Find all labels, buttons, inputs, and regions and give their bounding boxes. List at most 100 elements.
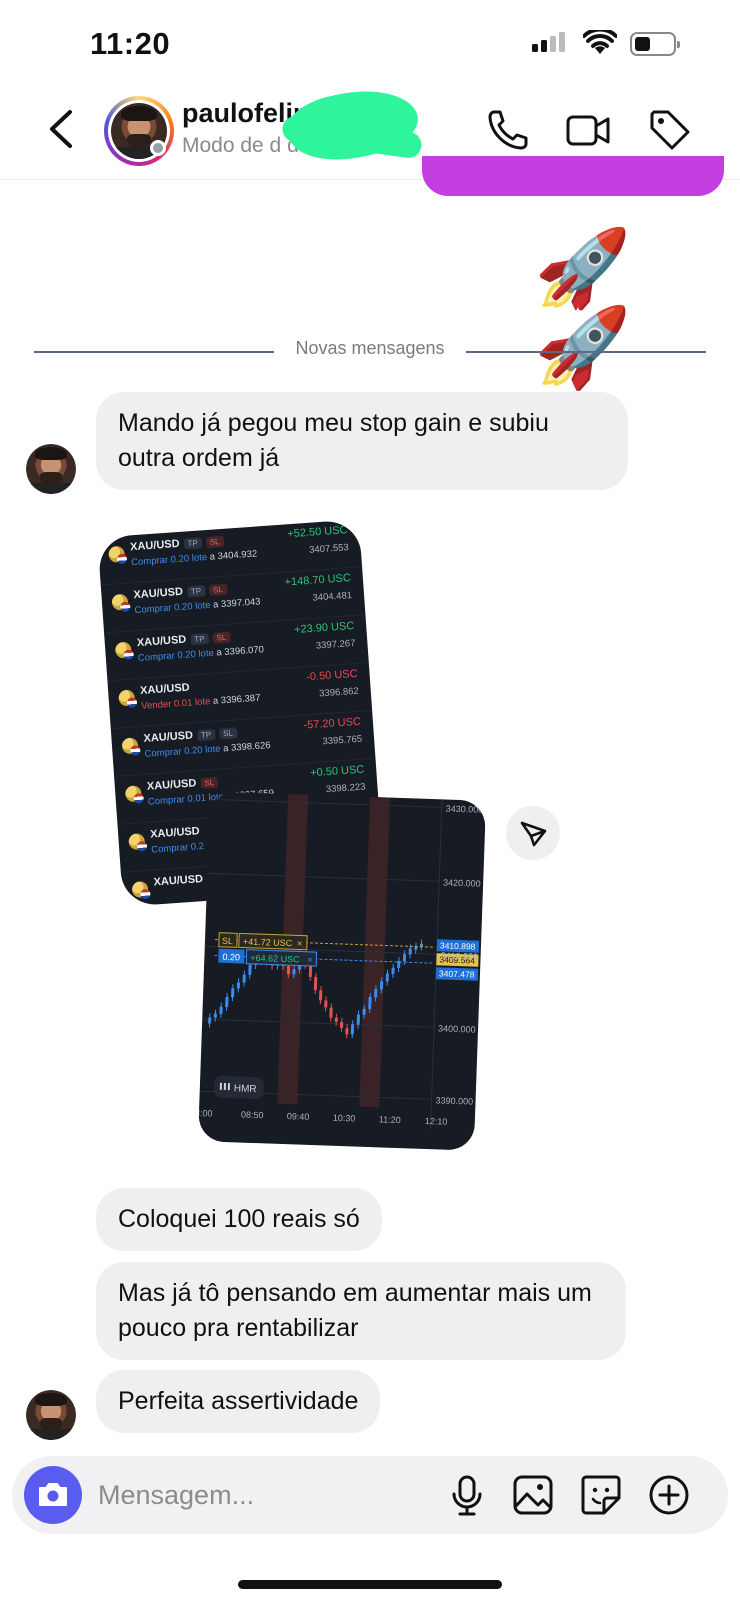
- trade-tag: TP: [186, 585, 206, 598]
- plus-circle-icon[interactable]: [646, 1472, 692, 1518]
- received-message-bubble[interactable]: Perfeita assertividade: [96, 1370, 381, 1433]
- gold-usd-flag-icon: [128, 833, 146, 851]
- trade-side: Comprar: [144, 746, 182, 760]
- trade-tag: SL: [205, 535, 224, 549]
- phone-icon[interactable]: [484, 106, 532, 154]
- chart-screenshot-image[interactable]: SL +41.72 USC × 0.20 +64.62 USC × 3410.8…: [197, 791, 487, 1151]
- svg-text:×: ×: [307, 955, 313, 965]
- message-input[interactable]: [98, 1472, 428, 1518]
- battery-icon: [630, 32, 680, 56]
- trade-lots: 0.20 lote: [174, 647, 215, 662]
- image-icon[interactable]: [510, 1472, 556, 1518]
- trade-symbol: XAU/USD: [129, 537, 180, 554]
- candle-body: [324, 1000, 328, 1008]
- candle-body: [236, 982, 241, 989]
- y-axis-tick: 3390.000: [435, 1095, 473, 1106]
- trade-side: Comprar: [130, 554, 169, 569]
- svg-text:0.20: 0.20: [222, 952, 240, 963]
- candle-body: [408, 948, 412, 955]
- x-axis-tick: 09:40: [287, 1111, 310, 1122]
- x-axis-tick: 10:30: [333, 1113, 356, 1124]
- candle-body: [368, 996, 372, 1010]
- stop-loss-label: SL +41.72 USC ×: [218, 932, 308, 951]
- gold-usd-flag-icon: [121, 737, 139, 755]
- price-tag-label: 3407.478: [439, 968, 475, 979]
- trade-symbol: XAU/USD: [136, 633, 187, 650]
- received-message-bubble[interactable]: Coloquei 100 reais só: [96, 1188, 382, 1251]
- gold-usd-flag-icon: [114, 641, 132, 659]
- svg-text:SL: SL: [222, 936, 233, 946]
- sticker-icon[interactable]: [578, 1472, 624, 1518]
- message-composer: [12, 1456, 728, 1534]
- sender-avatar[interactable]: [26, 1390, 76, 1440]
- trade-tag: TP: [189, 633, 209, 646]
- candle-body: [345, 1028, 349, 1035]
- trade-open-price: a 3398.626: [220, 740, 271, 755]
- contact-avatar[interactable]: [104, 96, 174, 166]
- trade-side: Vender: [140, 698, 172, 712]
- y-axis-tick: 3410.000: [440, 950, 478, 961]
- trade-lots: 0.20 lote: [171, 599, 211, 614]
- x-axis-tick: 08:50: [241, 1110, 264, 1121]
- candle-body: [318, 990, 323, 1001]
- candle-body: [286, 966, 291, 975]
- status-bar: 11:20: [0, 0, 740, 88]
- trade-current-price: 3398.223: [325, 781, 366, 796]
- status-time: 11:20: [90, 26, 171, 61]
- received-message-bubble[interactable]: Mas já tô pensando em aumentar mais um p…: [96, 1262, 626, 1360]
- video-icon[interactable]: [564, 106, 612, 154]
- candle-body: [308, 964, 313, 977]
- trade-tag: TP: [183, 537, 203, 550]
- cellular-signal-icon: [532, 32, 565, 52]
- trade-symbol: XAU/USD: [149, 825, 201, 841]
- candle-body: [356, 1014, 360, 1025]
- trade-open-price: a 3404.932: [206, 548, 258, 563]
- tag-icon[interactable]: [646, 106, 694, 154]
- trade-current-price: 3397.267: [315, 637, 356, 652]
- y-axis-tick: 3420.000: [443, 877, 481, 888]
- share-button[interactable]: [506, 806, 560, 860]
- back-chevron-icon[interactable]: [40, 104, 84, 154]
- send-icon: [520, 821, 547, 847]
- x-axis-tick: 11:20: [379, 1114, 401, 1125]
- x-axis-tick: 12:10: [425, 1116, 448, 1127]
- gold-usd-flag-icon: [111, 593, 129, 611]
- candle-body: [225, 996, 229, 1008]
- candle-body: [402, 954, 407, 962]
- candle-body: [334, 1017, 338, 1022]
- received-message-bubble[interactable]: Mando já pegou meu stop gain e subiu out…: [96, 392, 628, 490]
- svg-text:+64.62 USC: +64.62 USC: [250, 953, 300, 965]
- trade-current-price: 3395.765: [322, 733, 363, 748]
- trade-symbol: XAU/USD: [133, 585, 184, 602]
- candle-body: [379, 981, 384, 990]
- take-profit-label: 0.20 +64.62 USC ×: [218, 948, 318, 967]
- svg-text:+41.72 USC: +41.72 USC: [243, 937, 293, 949]
- trade-symbol: XAU/USD: [146, 777, 197, 793]
- trade-tag: SL: [208, 583, 228, 596]
- trade-tag: SL: [218, 727, 238, 740]
- previous-sent-message-bubble[interactable]: [422, 156, 724, 196]
- home-indicator[interactable]: [238, 1580, 502, 1589]
- trade-symbol: XAU/USD: [153, 873, 204, 889]
- microphone-icon[interactable]: [444, 1472, 490, 1518]
- new-messages-divider: Novas mensagens: [34, 338, 706, 364]
- trade-side: Comprar: [134, 602, 172, 617]
- candle-body: [231, 988, 235, 998]
- y-axis-tick: 3400.000: [438, 1023, 476, 1034]
- trade-symbol: XAU/USD: [139, 681, 191, 697]
- svg-text:HMR: HMR: [234, 1083, 257, 1095]
- candle-body: [242, 974, 246, 983]
- candle-body: [313, 977, 318, 991]
- svg-text:×: ×: [297, 938, 303, 948]
- candle-body: [374, 989, 378, 998]
- sender-avatar[interactable]: [26, 444, 76, 494]
- candle-body: [329, 1007, 333, 1018]
- candle-body: [213, 1013, 217, 1018]
- price-chart: SL +41.72 USC × 0.20 +64.62 USC × 3410.8…: [198, 794, 483, 1130]
- gold-usd-flag-icon: [131, 880, 149, 899]
- trade-tag: TP: [196, 728, 216, 742]
- candle-body: [340, 1021, 344, 1029]
- camera-button[interactable]: [24, 1466, 82, 1524]
- trade-side: Comprar: [150, 842, 189, 856]
- trade-lots: 0.20 lote: [181, 743, 221, 758]
